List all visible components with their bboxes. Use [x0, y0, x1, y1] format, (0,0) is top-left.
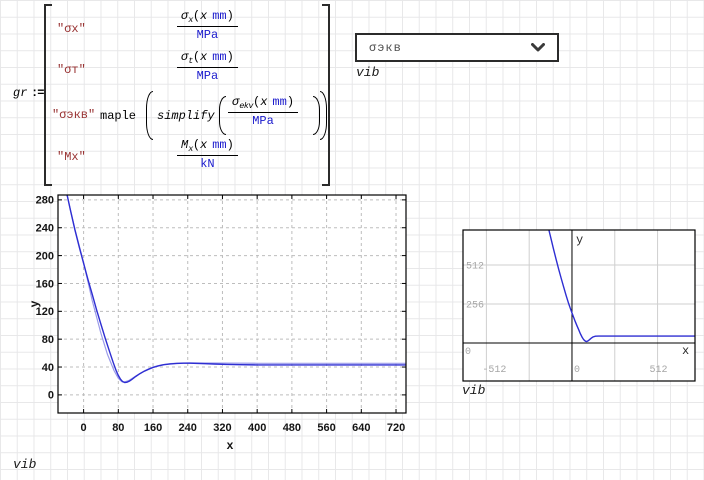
- denominator: MPa: [197, 68, 219, 83]
- svg-text:240: 240: [179, 422, 197, 434]
- svg-text:-512: -512: [482, 365, 506, 376]
- matrix-row-label: "σт": [57, 63, 86, 77]
- svg-text:560: 560: [317, 422, 335, 434]
- matrix-row-label: "Mx": [57, 150, 86, 164]
- numerator: σekv(xmm): [228, 95, 298, 113]
- variable-name: gr: [13, 86, 27, 100]
- region-tag-page[interactable]: vib: [13, 457, 36, 472]
- paren-open-icon: [219, 96, 226, 135]
- fraction-sigma-t: σt(xmm) MPa: [177, 50, 238, 83]
- svg-text:x: x: [682, 344, 689, 358]
- numerator: σx(xmm): [177, 9, 238, 27]
- svg-text:y: y: [576, 233, 583, 247]
- svg-text:256: 256: [466, 301, 484, 312]
- svg-text:320: 320: [213, 422, 231, 434]
- numerator: Mx(xmm): [177, 138, 238, 156]
- svg-text:480: 480: [283, 422, 301, 434]
- region-tag-dropdown[interactable]: vib: [356, 65, 379, 80]
- svg-text:160: 160: [144, 422, 162, 434]
- svg-text:80: 80: [112, 422, 124, 434]
- svg-text:x: x: [227, 438, 234, 452]
- fraction-sigma-x: σx(xmm) MPa: [177, 9, 238, 42]
- fraction-mx: Mx(xmm) kN: [177, 138, 238, 171]
- svg-text:200: 200: [36, 250, 54, 262]
- numerator: σt(xmm): [177, 50, 238, 68]
- svg-text:0: 0: [81, 422, 87, 434]
- paren-open-icon: [146, 91, 153, 140]
- simplify-function: simplify: [157, 109, 215, 123]
- matrix-row-label: "σx": [57, 22, 86, 36]
- svg-text:y: y: [27, 300, 41, 307]
- svg-text:0: 0: [48, 390, 54, 402]
- denominator: kN: [200, 156, 214, 171]
- svg-text:160: 160: [36, 278, 54, 290]
- denominator: MPa: [197, 27, 219, 42]
- assign-operator: :=: [31, 86, 43, 100]
- maple-function: maple: [100, 109, 136, 123]
- chevron-down-icon[interactable]: [531, 43, 545, 52]
- svg-text:40: 40: [42, 362, 54, 374]
- paren-close-icon: [313, 96, 320, 135]
- inset-plot-region[interactable]: -512 0 512 512 256 0 y x: [455, 224, 704, 404]
- svg-text:512: 512: [466, 262, 484, 273]
- matrix-bracket-left: [44, 4, 52, 186]
- svg-text:512: 512: [650, 365, 668, 376]
- fraction-sigma-ekv: σekv(xmm) MPa: [228, 95, 298, 128]
- svg-text:400: 400: [248, 422, 266, 434]
- worksheet-canvas: gr := "σx" σx(xmm) MPa "σт" σt(xmm) MPa …: [0, 0, 704, 480]
- svg-text:0: 0: [465, 347, 471, 358]
- svg-text:240: 240: [36, 223, 54, 235]
- main-plot-region[interactable]: 0801602403204004805606407200408012016020…: [18, 188, 430, 460]
- svg-text:720: 720: [387, 422, 405, 434]
- svg-text:80: 80: [42, 334, 54, 346]
- denominator: MPa: [252, 113, 274, 128]
- svg-text:640: 640: [352, 422, 370, 434]
- dropdown-selected-value: σэкв: [369, 41, 402, 55]
- svg-text:280: 280: [36, 195, 54, 207]
- trace-select-dropdown[interactable]: σэкв: [355, 33, 559, 62]
- svg-text:0: 0: [574, 365, 580, 376]
- matrix-row-label: "σэкв": [52, 108, 95, 122]
- region-tag-inset[interactable]: vib: [462, 383, 485, 398]
